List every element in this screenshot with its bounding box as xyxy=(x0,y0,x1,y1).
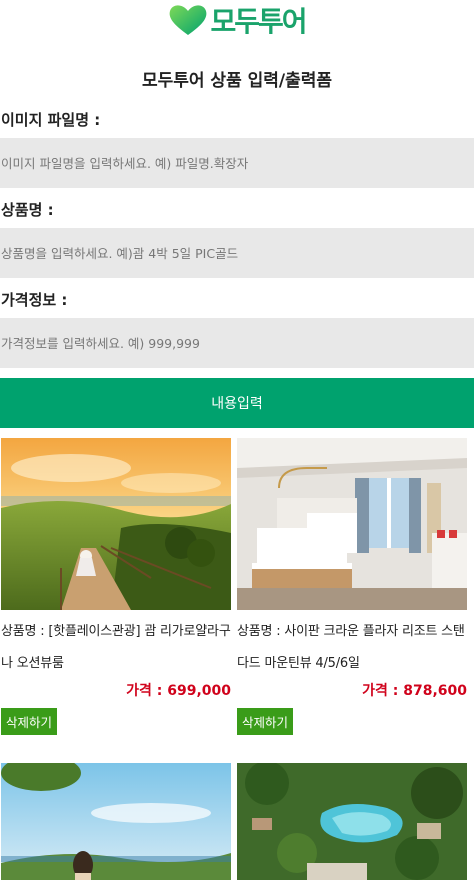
page-title: 모두투어 상품 입력/출력폼 xyxy=(141,71,333,91)
price-label: 가격정보 : xyxy=(1,291,68,309)
delete-button[interactable]: 삭제하기 xyxy=(237,708,294,735)
image-filename-label: 이미지 파일명 : xyxy=(1,111,101,129)
image-filename-input[interactable] xyxy=(0,138,474,188)
delete-button[interactable]: 삭제하기 xyxy=(1,708,58,735)
price-input[interactable] xyxy=(0,318,474,368)
heart-logo-icon xyxy=(168,3,208,41)
product-price: 가격 : 699,000 xyxy=(126,683,231,699)
submit-button[interactable]: 내용입력 xyxy=(0,378,474,428)
product-image-guam-hill xyxy=(1,438,231,610)
product-card xyxy=(1,763,231,880)
product-name-input[interactable] xyxy=(0,228,474,278)
product-price: 가격 : 878,600 xyxy=(362,683,467,699)
product-name: 상품명 : [핫플레이스관광] 괌 리가로얄라구나 오션뷰룸 xyxy=(1,624,231,671)
logo-text: 모두투어 xyxy=(210,5,307,38)
product-image-resort-aerial xyxy=(237,763,467,880)
product-card: 상품명 : [핫플레이스관광] 괌 리가로얄라구나 오션뷰룸 가격 : 699,… xyxy=(1,438,231,735)
product-name: 상품명 : 사이판 크라운 플라자 리조트 스탠다드 마운틴뷰 4/5/6일 xyxy=(237,624,465,671)
product-name-label: 상품명 : xyxy=(1,201,54,219)
logo: 모두투어 xyxy=(0,4,474,40)
product-image-beach-view xyxy=(1,763,231,880)
product-card: 상품명 : 사이판 크라운 플라자 리조트 스탠다드 마운틴뷰 4/5/6일 가… xyxy=(237,438,467,735)
product-card xyxy=(237,763,467,880)
product-image-hotel-room xyxy=(237,438,467,610)
